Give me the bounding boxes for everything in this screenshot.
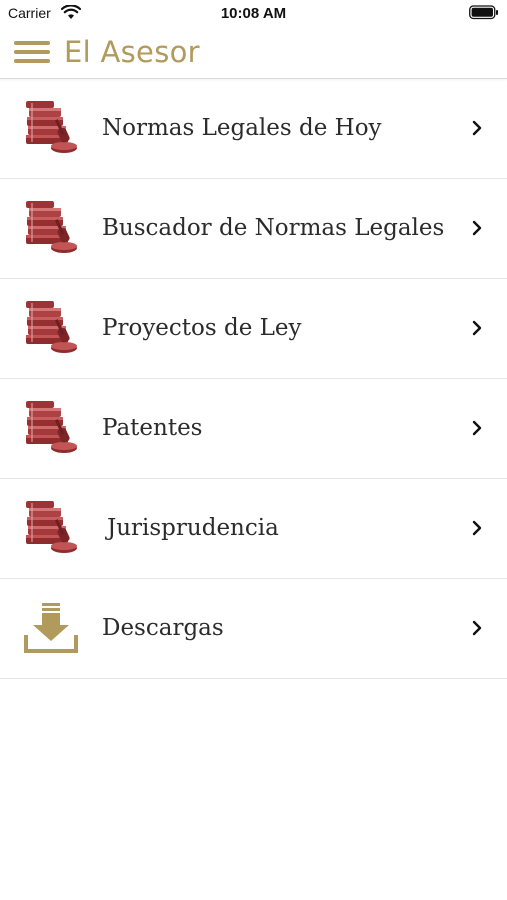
chevron-right-icon xyxy=(472,620,482,636)
menu-item-label: Proyectos de Ley xyxy=(102,315,302,341)
app-title: El Asesor xyxy=(64,35,200,69)
menu-item-label: Descargas xyxy=(102,615,224,641)
navigation-bar: El Asesor xyxy=(0,28,507,79)
law-books-gavel-icon xyxy=(24,201,78,255)
chevron-right-icon xyxy=(472,120,482,136)
law-books-gavel-icon xyxy=(24,501,78,555)
menu-item-label: Patentes xyxy=(102,415,203,441)
status-bar: Carrier 10:08 AM xyxy=(0,0,507,28)
clock-label: 10:08 AM xyxy=(220,5,287,22)
chevron-right-icon xyxy=(472,220,482,236)
menu-item-label: Jurisprudencia xyxy=(107,515,279,541)
menu-item-jurisprudencia[interactable]: Jurisprudencia xyxy=(0,479,507,579)
menu-item-proyectos-de-ley[interactable]: Proyectos de Ley xyxy=(0,279,507,379)
menu-item-descargas[interactable]: Descargas xyxy=(0,579,507,679)
main-menu-list: Normas Legales de Hoy Buscador de Normas… xyxy=(0,79,507,679)
battery-icon xyxy=(469,5,498,20)
menu-item-patentes[interactable]: Patentes xyxy=(0,379,507,479)
law-books-gavel-icon xyxy=(24,401,78,455)
law-books-gavel-icon xyxy=(24,301,78,355)
menu-item-label: Buscador de Normas Legales xyxy=(102,215,445,241)
download-tray-icon xyxy=(24,603,78,653)
menu-item-label: Normas Legales de Hoy xyxy=(102,115,382,141)
menu-item-buscador-de-normas-legales[interactable]: Buscador de Normas Legales xyxy=(0,179,507,279)
hamburger-menu-icon[interactable] xyxy=(14,38,50,68)
chevron-right-icon xyxy=(472,520,482,536)
menu-item-normas-legales-de-hoy[interactable]: Normas Legales de Hoy xyxy=(0,79,507,179)
chevron-right-icon xyxy=(472,420,482,436)
law-books-gavel-icon xyxy=(24,101,78,155)
chevron-right-icon xyxy=(472,320,482,336)
